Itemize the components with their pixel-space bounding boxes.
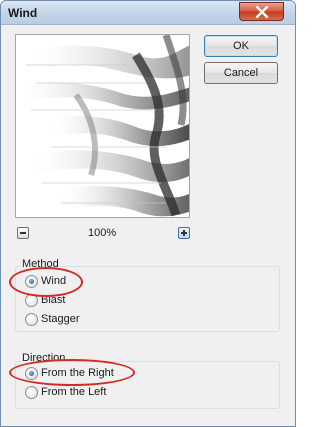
- annotation-ellipse-from-right: [9, 359, 135, 386]
- radio-button[interactable]: [25, 313, 38, 326]
- close-icon: [255, 6, 269, 18]
- zoom-out-button[interactable]: [17, 227, 29, 239]
- zoom-in-button[interactable]: [178, 227, 190, 239]
- annotation-ellipse-wind: [9, 267, 83, 297]
- plus-icon-vertical: [183, 230, 185, 236]
- radio-label: Stagger: [41, 313, 80, 325]
- title-bar: Wind: [1, 1, 295, 25]
- wind-effect-preview-image: [16, 35, 189, 217]
- radio-button[interactable]: [25, 386, 38, 399]
- radio-label: From the Left: [41, 386, 107, 398]
- minus-icon: [20, 232, 26, 234]
- filter-preview[interactable]: [15, 34, 190, 218]
- close-button[interactable]: [239, 2, 284, 21]
- dialog-title: Wind: [8, 6, 38, 20]
- ok-button[interactable]: OK: [204, 35, 278, 57]
- wind-dialog: Wind OK Cancel 100% Method Wind Blast St…: [0, 0, 296, 427]
- cancel-button[interactable]: Cancel: [204, 62, 278, 84]
- zoom-level: 100%: [88, 227, 117, 239]
